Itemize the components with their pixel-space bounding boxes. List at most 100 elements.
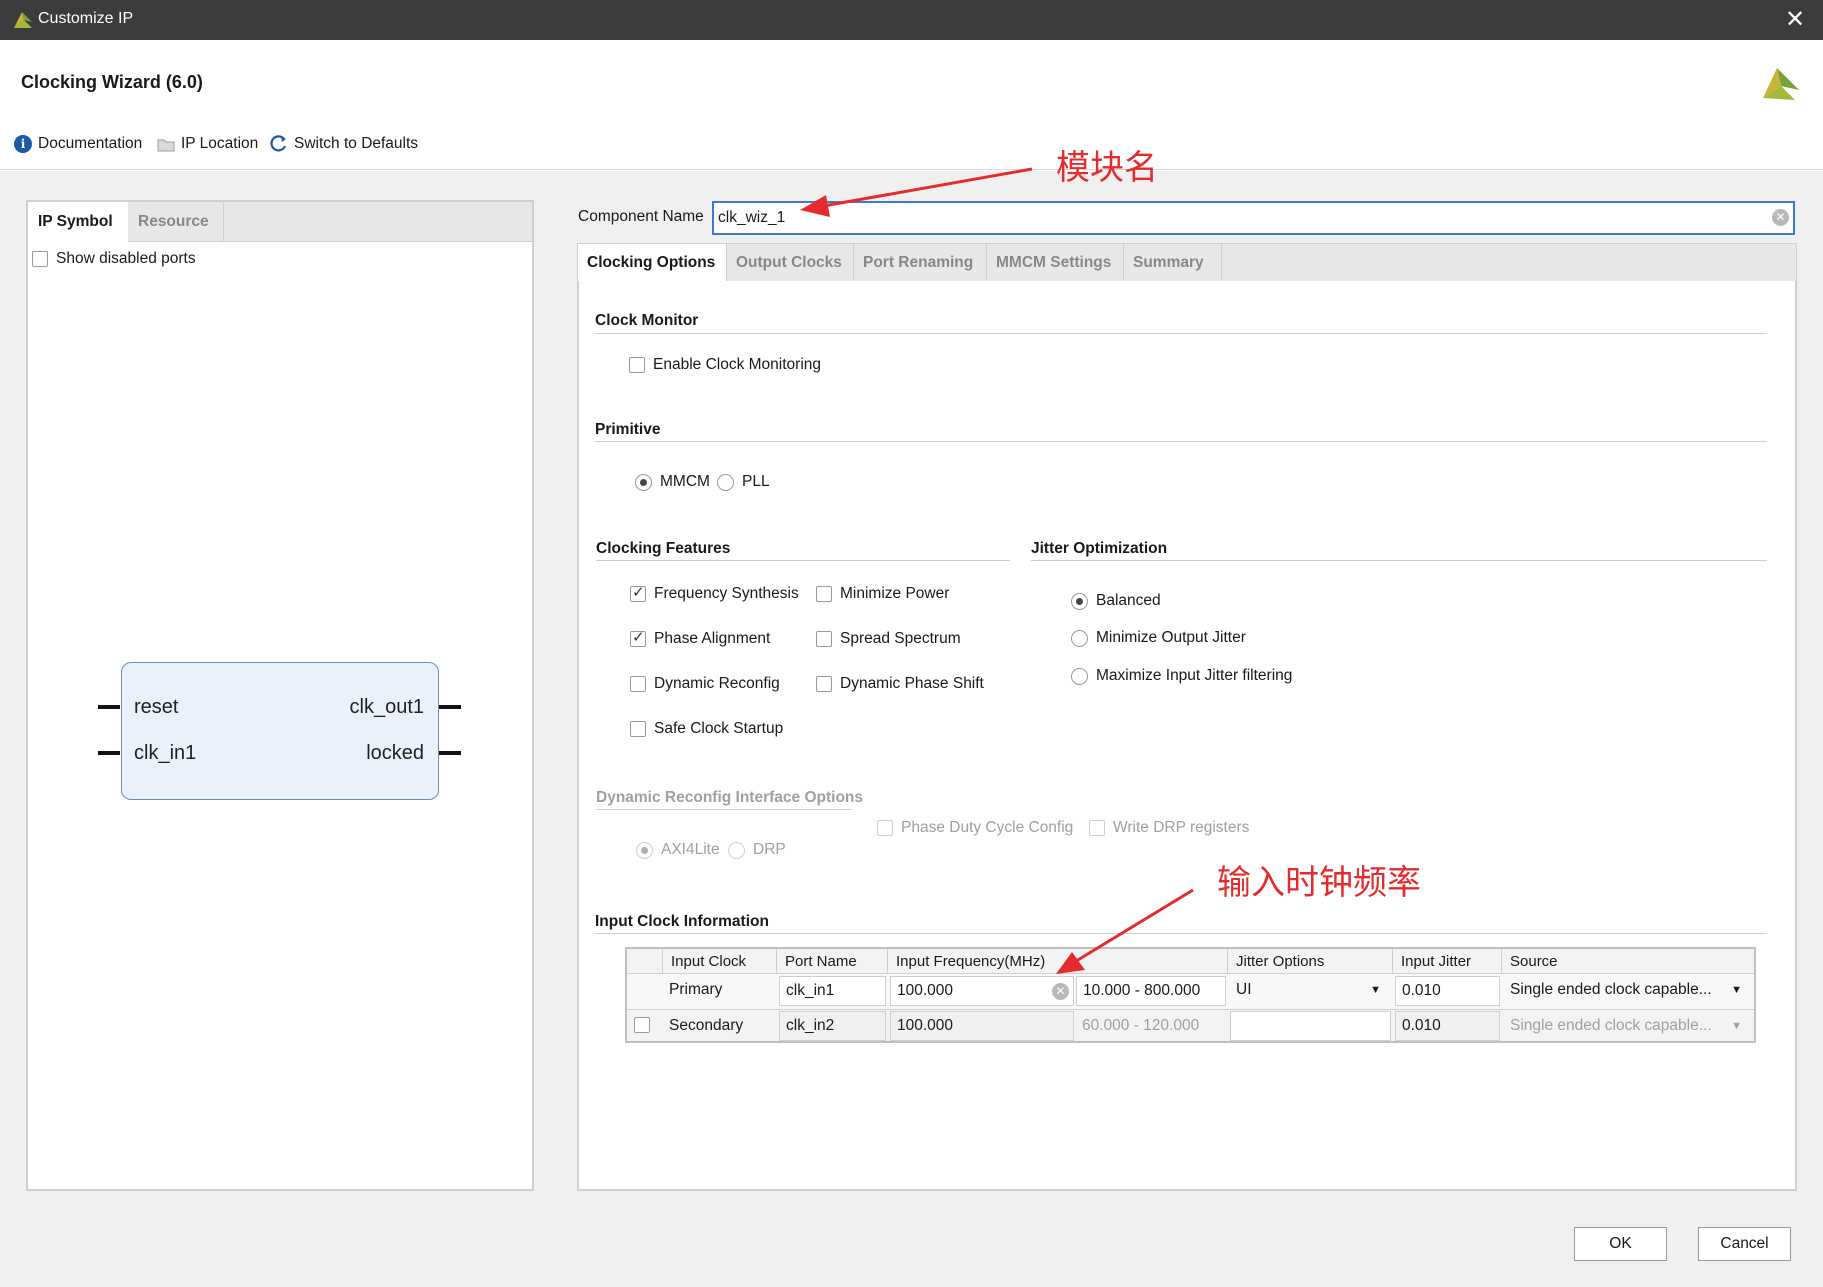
- table-header-select: [627, 949, 663, 973]
- tab-clocking-options[interactable]: Clocking Options: [578, 244, 727, 282]
- tab-mmcm-settings[interactable]: MMCM Settings: [987, 244, 1124, 282]
- dynamic-phase-shift-checkbox[interactable]: [816, 676, 832, 692]
- balanced-row[interactable]: Balanced: [1071, 592, 1161, 610]
- pin-locked: [439, 751, 461, 755]
- port-locked: locked: [366, 742, 424, 764]
- tab-resource[interactable]: Resource: [128, 202, 224, 242]
- annotation-module-name: 模块名: [1056, 148, 1158, 188]
- primary-jitter-options-select[interactable]: UI ▼: [1230, 973, 1391, 1009]
- dynamic-phase-shift-row[interactable]: Dynamic Phase Shift: [816, 675, 984, 693]
- xilinx-logo-icon: [1763, 68, 1799, 100]
- maximize-input-jitter-radio[interactable]: [1071, 667, 1088, 685]
- port-reset: reset: [134, 696, 179, 718]
- primary-frequency-range: 10.000 - 800.000: [1076, 976, 1226, 1006]
- enable-clock-monitoring-row[interactable]: Enable Clock Monitoring: [629, 356, 821, 374]
- pin-reset: [98, 705, 120, 709]
- chevron-down-icon: ▼: [1731, 1020, 1742, 1032]
- cancel-button[interactable]: Cancel: [1698, 1227, 1791, 1261]
- close-window-button[interactable]: ✕: [1779, 4, 1811, 36]
- phase-alignment-checkbox[interactable]: [630, 628, 646, 647]
- minimize-output-jitter-row[interactable]: Minimize Output Jitter: [1071, 629, 1246, 647]
- dynamic-phase-shift-label: Dynamic Phase Shift: [840, 675, 984, 692]
- axi4lite-label: AXI4Lite: [661, 841, 720, 858]
- secondary-source-value: Single ended clock capable...: [1510, 1017, 1712, 1034]
- primitive-mmcm-row[interactable]: MMCM: [635, 473, 710, 491]
- dynamic-reconfig-label: Dynamic Reconfig: [654, 675, 780, 692]
- show-disabled-ports-row[interactable]: Show disabled ports: [32, 250, 196, 268]
- input-clock-heading: Input Clock Information: [595, 913, 769, 930]
- input-clock-table: Input Clock Port Name Input Frequency(MH…: [625, 947, 1756, 1043]
- tab-output-clocks[interactable]: Output Clocks: [727, 244, 854, 282]
- pll-radio[interactable]: [717, 473, 734, 491]
- enable-clock-monitoring-checkbox[interactable]: [629, 357, 645, 373]
- minimize-power-label: Minimize Power: [840, 585, 950, 602]
- clocking-features-heading: Clocking Features: [596, 540, 731, 557]
- maximize-input-jitter-row[interactable]: Maximize Input Jitter filtering: [1071, 667, 1292, 685]
- frequency-synthesis-row[interactable]: Frequency Synthesis: [630, 583, 799, 603]
- phase-duty-cycle-row: Phase Duty Cycle Config: [877, 819, 1073, 837]
- divider: [595, 441, 1767, 442]
- divider: [595, 333, 1767, 334]
- frequency-synthesis-checkbox[interactable]: [630, 583, 646, 602]
- clear-icon[interactable]: ✕: [1772, 209, 1789, 226]
- primitive-pll-row[interactable]: PLL: [717, 473, 770, 491]
- spread-spectrum-row[interactable]: Spread Spectrum: [816, 630, 961, 648]
- refresh-icon: [270, 135, 287, 152]
- component-name-input[interactable]: clk_wiz_1 ✕: [712, 201, 1795, 235]
- switch-defaults-button[interactable]: Switch to Defaults: [270, 135, 418, 153]
- mmcm-radio[interactable]: [635, 473, 652, 491]
- secondary-enable-checkbox[interactable]: [634, 1017, 650, 1033]
- tab-ip-symbol[interactable]: IP Symbol: [28, 202, 128, 242]
- minimize-power-row[interactable]: Minimize Power: [816, 585, 949, 603]
- drp-row: DRP: [728, 841, 786, 859]
- header-source: Source: [1502, 949, 1754, 973]
- port-clk-in1: clk_in1: [134, 742, 197, 764]
- safe-clock-startup-checkbox[interactable]: [630, 721, 646, 737]
- phase-alignment-row[interactable]: Phase Alignment: [630, 628, 771, 648]
- balanced-radio[interactable]: [1071, 592, 1088, 610]
- documentation-button[interactable]: i Documentation: [14, 135, 142, 153]
- primary-jitter-input[interactable]: 0.010: [1395, 976, 1500, 1006]
- spread-spectrum-checkbox[interactable]: [816, 631, 832, 647]
- minimize-power-checkbox[interactable]: [816, 586, 832, 602]
- primary-source-select[interactable]: Single ended clock capable... ▼: [1504, 973, 1752, 1009]
- drp-label: DRP: [753, 841, 786, 858]
- write-drp-registers-checkbox: [1089, 820, 1105, 836]
- component-name-value: clk_wiz_1: [718, 209, 786, 226]
- minimize-output-jitter-radio[interactable]: [1071, 629, 1088, 647]
- maximize-input-jitter-label: Maximize Input Jitter filtering: [1096, 667, 1293, 684]
- ok-button[interactable]: OK: [1574, 1227, 1667, 1261]
- pin-clk-in1: [98, 751, 120, 755]
- pll-label: PLL: [742, 473, 770, 490]
- header-input-clock: Input Clock: [663, 949, 777, 973]
- write-drp-registers-row: Write DRP registers: [1089, 819, 1249, 837]
- secondary-frequency-range: 60.000 - 120.000: [1082, 1017, 1200, 1034]
- primary-source-value: Single ended clock capable...: [1510, 981, 1712, 998]
- tab-summary[interactable]: Summary: [1124, 244, 1222, 282]
- secondary-port-input: clk_in2: [779, 1011, 886, 1041]
- dynamic-reconfig-checkbox[interactable]: [630, 676, 646, 692]
- primary-frequency-input[interactable]: 100.000 ✕: [890, 976, 1074, 1006]
- show-disabled-ports-checkbox[interactable]: [32, 251, 48, 267]
- chevron-down-icon: ▼: [1731, 984, 1742, 996]
- divider: [595, 933, 1767, 934]
- secondary-jitter-options-select: [1230, 1011, 1391, 1041]
- frequency-synthesis-label: Frequency Synthesis: [654, 585, 799, 602]
- switch-defaults-label: Switch to Defaults: [294, 135, 419, 152]
- options-tab-bar: Clocking Options Output Clocks Port Rena…: [577, 243, 1797, 282]
- safe-clock-startup-row[interactable]: Safe Clock Startup: [630, 720, 783, 738]
- primary-frequency-value: 100.000: [897, 982, 954, 999]
- clear-icon[interactable]: ✕: [1052, 983, 1069, 1000]
- dynamic-reconfig-row[interactable]: Dynamic Reconfig: [630, 675, 780, 693]
- divider: [1031, 560, 1767, 561]
- tab-port-renaming[interactable]: Port Renaming: [854, 244, 987, 282]
- safe-clock-startup-label: Safe Clock Startup: [654, 720, 784, 737]
- info-icon: i: [14, 135, 32, 153]
- ip-location-button[interactable]: IP Location: [157, 135, 258, 153]
- phase-alignment-label: Phase Alignment: [654, 630, 771, 647]
- drp-options-heading: Dynamic Reconfig Interface Options: [596, 789, 863, 806]
- header-port-name: Port Name: [777, 949, 888, 973]
- divider: [596, 809, 852, 810]
- primary-port-input[interactable]: clk_in1: [779, 976, 886, 1006]
- header-input-frequency: Input Frequency(MHz): [888, 949, 1228, 973]
